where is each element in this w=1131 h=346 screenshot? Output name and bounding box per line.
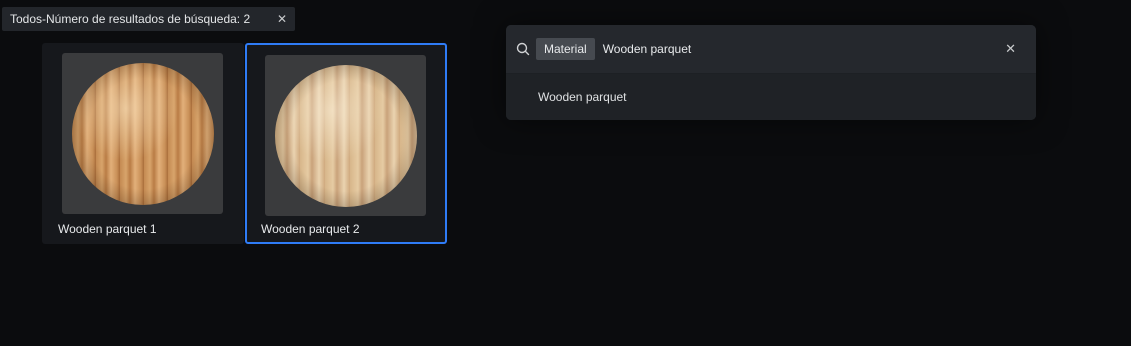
material-name: Wooden parquet 2 <box>261 222 360 236</box>
search-results-filter-chip: Todos-Número de resultados de búsqueda: … <box>2 7 295 31</box>
wood-sphere-preview <box>71 62 214 205</box>
wood-sphere-preview <box>274 64 417 207</box>
search-panel: Material Wooden parquet ✕ Wooden parquet <box>506 25 1036 120</box>
material-card-wooden-parquet-1[interactable]: Wooden parquet 1 <box>42 43 244 244</box>
clear-search-icon[interactable]: ✕ <box>1005 41 1016 57</box>
search-input[interactable]: Wooden parquet <box>603 42 692 56</box>
category-tag[interactable]: Material <box>536 38 595 60</box>
filter-chip-label: Todos-Número de resultados de búsqueda: … <box>10 12 251 26</box>
material-thumbnail <box>62 53 223 214</box>
search-icon <box>516 42 530 56</box>
material-card-wooden-parquet-2[interactable]: Wooden parquet 2 <box>245 43 447 244</box>
search-bar[interactable]: Material Wooden parquet ✕ <box>506 25 1036 74</box>
material-thumbnail <box>265 55 426 216</box>
close-icon[interactable]: ✕ <box>277 12 287 26</box>
search-suggestion-item[interactable]: Wooden parquet <box>506 74 1036 120</box>
material-name: Wooden parquet 1 <box>58 222 157 236</box>
